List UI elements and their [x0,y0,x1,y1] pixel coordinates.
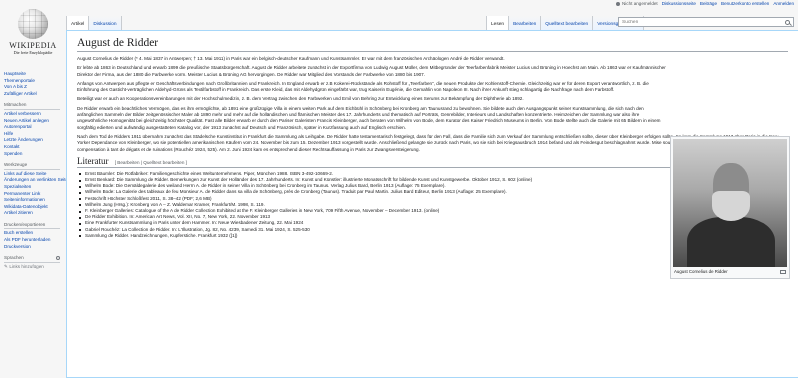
sidebar-item-wikidata[interactable]: Wikidata-Datenobjekt [4,204,66,211]
logo-wordmark: WIKIPEDIA [9,41,57,50]
page-title: August de Ridder [77,37,788,52]
tab-artikel[interactable]: Artikel [66,16,90,30]
sidebar-item-kontakt[interactable]: Kontakt [4,144,66,151]
sidebar-item-zufaelliger-artikel[interactable]: Zufälliger Artikel [4,91,66,98]
paragraph-career: Er lebte ab 1863 in Deutschland und erwa… [77,65,666,77]
sidebar-item-pdf[interactable]: Als PDF herunterladen [4,237,66,244]
search-icon[interactable] [785,19,790,25]
section-edit-links[interactable]: [ Bearbeiten | Quelltext bearbeiten ] [115,160,187,165]
article-content: August de Ridder August Cornelius de Rid… [66,30,798,378]
sidebar-item-druckversion[interactable]: Druckversion [4,244,66,251]
tab-lesen[interactable]: Lesen [486,16,510,30]
thumbnail-caption: August Cornelius de Ridder [673,267,787,276]
sidebar-item-hilfe[interactable]: Hilfe [4,131,66,138]
enlarge-icon[interactable] [780,269,786,274]
portrait-thumbnail: August Cornelius de Ridder [670,136,790,279]
sidebar-heading-sprachen: Sprachen [4,255,60,263]
sidebar-heading-mitmachen: Mitmachen [4,102,60,110]
add-language-links[interactable]: ✎ Links hinzufügen [4,264,66,271]
sidebar-heading-werkzeuge: Werkzeuge [4,162,60,170]
namespace-tabs: Artikel Diskussion [66,16,122,30]
create-account-link[interactable]: Benutzerkonto erstellen [721,1,769,6]
login-link[interactable]: Anmelden [773,1,794,6]
tab-diskussion[interactable]: Diskussion [89,16,122,30]
paragraph-intro: August Cornelius de Ridder (* 4. Mai 183… [77,56,505,61]
sidebar-heading-drucken: Drucken/exportieren [4,222,60,230]
sidebar-item-autorenportal[interactable]: Autorenportal [4,124,66,131]
logo-tagline: Die freie Enzyklopädie [13,50,53,55]
sidebar-item-aenderungen-verlinkt[interactable]: Änderungen an verlinkten Seiten [4,177,66,184]
sidebar-item-spenden[interactable]: Spenden [4,151,66,158]
sidebar-item-hauptseite[interactable]: Hauptseite [4,71,66,78]
pencil-icon: ✎ [4,263,8,269]
sidebar-item-permanenter-link[interactable]: Permanenter Link [4,191,66,198]
sidebar-item-artikel-zitieren[interactable]: Artikel zitieren [4,210,66,217]
wikipedia-logo[interactable]: WIKIPEDIA Die freie Enzyklopädie [0,9,66,55]
tab-quelltext-bearbeiten[interactable]: Quelltext bearbeiten [541,16,594,30]
sidebar-item-neuen-artikel[interactable]: Neuen Artikel anlegen [4,118,66,125]
not-logged-in-status: Nicht angemeldet [616,1,658,6]
paragraph-collection: De Ridder erwarb ein beachtliches Vermög… [77,105,661,130]
portrait-image[interactable] [673,139,787,267]
sidebar-item-buch-erstellen[interactable]: Buch erstellen [4,230,66,237]
sidebar-item-von-a-bis-z[interactable]: Von A bis Z [4,84,66,91]
sidebar-item-spezialseiten[interactable]: Spezialseiten [4,184,66,191]
sidebar-item-seiteninformationen[interactable]: Seiteninformationen [4,197,66,204]
paragraph-cooperation: Beteiligt war er auch an Kooperationsver… [77,96,524,102]
sidebar-item-themenportale[interactable]: Themenportale [4,78,66,85]
talk-link[interactable]: Diskussionsseite [662,1,696,6]
paragraph-business: Anfangs von Antwerpen aus pflegte er Ges… [77,80,649,93]
search-box [618,17,794,27]
wikipedia-globe-icon [18,9,48,39]
sidebar-item-links-auf-seite[interactable]: Links auf diese Seite [4,171,66,178]
sidebar-item-letzte-aenderungen[interactable]: Letzte Änderungen [4,137,66,144]
contributions-link[interactable]: Beiträge [700,1,717,6]
sidebar-item-artikel-verbessern[interactable]: Artikel verbessern [4,111,66,118]
search-input[interactable] [622,19,785,25]
gear-icon[interactable] [56,256,60,261]
sidebar: Hauptseite Themenportale Von A bis Z Zuf… [4,71,66,270]
user-icon [616,1,621,6]
tab-bearbeiten[interactable]: Bearbeiten [509,16,542,30]
personal-tools: Nicht angemeldet Diskussionsseite Beiträ… [616,1,794,6]
